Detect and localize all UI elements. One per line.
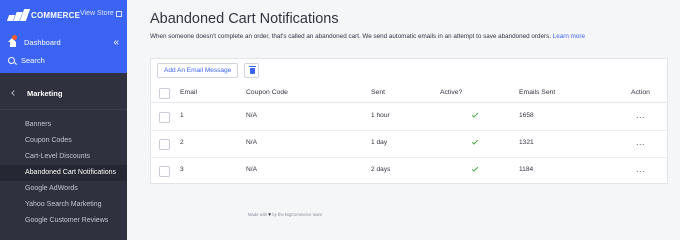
column-action: Action [631,89,650,96]
learn-more-link[interactable]: Learn more [553,33,585,40]
cell-coupon-code: N/A [246,112,257,119]
check-icon[interactable] [471,138,479,145]
sidebar-divider [0,109,127,110]
more-actions-icon[interactable]: ... [636,164,645,174]
sidebar-header: COMMERCE View Store Dashboard « Search [0,0,127,73]
bigcommerce-logo-icon [6,9,31,21]
main-content: Abandoned Cart Notifications When someon… [127,0,680,240]
cell-email: 2 [180,139,184,146]
sidebar-item-banners[interactable]: Banners [0,117,127,133]
search-label: Search [21,56,45,65]
check-icon[interactable] [471,111,479,118]
table-row: 3 N/A 2 days 1184 ... [151,158,667,185]
chevron-left-icon [11,90,17,96]
cell-emails-sent: 1184 [519,166,534,173]
sidebar-item-google-customer-reviews[interactable]: Google Customer Reviews [0,213,127,229]
page-title: Abandoned Cart Notifications [150,11,339,27]
row-checkbox[interactable] [159,139,170,150]
cell-email: 3 [180,166,184,173]
cell-coupon-code: N/A [246,166,257,173]
cell-sent: 1 hour [371,112,390,119]
select-all-checkbox[interactable] [159,88,170,99]
footer-suffix: by the BigCommerce team [272,212,322,217]
cell-emails-sent: 1321 [519,139,534,146]
sidebar-section-marketing[interactable]: Marketing [0,82,127,104]
collapse-sidebar-icon[interactable]: « [113,37,119,48]
footer-prefix: Made with [248,212,268,217]
heart-icon: ♥ [268,212,272,218]
column-email[interactable]: Email [180,89,197,96]
sidebar-item-coupon-codes[interactable]: Coupon Codes [0,133,127,149]
page-footer: Made with ♥ by the BigCommerce team [127,212,443,218]
column-sent[interactable]: Sent [371,89,385,96]
column-active[interactable]: Active? [440,89,462,96]
table-row: 2 N/A 1 day 1321 ... [151,131,667,158]
more-actions-icon[interactable]: ... [636,110,645,120]
sidebar-menu: Banners Coupon Codes Cart-Level Discount… [0,117,127,229]
column-coupon-code[interactable]: Coupon Code [246,89,288,96]
add-email-message-button[interactable]: Add An Email Message [157,63,239,78]
notifications-table-card: Add An Email Message Email Coupon Code S… [150,58,668,184]
notification-badge [12,35,17,40]
table-header: Email Coupon Code Sent Active? Emails Se… [151,83,667,103]
view-store-label: View Store [80,10,114,17]
trash-icon [248,66,256,74]
sidebar: COMMERCE View Store Dashboard « Search M… [0,0,127,240]
cell-sent: 2 days [371,166,391,173]
sidebar-item-google-adwords[interactable]: Google AdWords [0,181,127,197]
cell-emails-sent: 1658 [519,112,534,119]
cell-sent: 1 day [371,139,388,146]
more-actions-icon[interactable]: ... [636,137,645,147]
page-description: When someone doesn't complete an order, … [150,33,585,40]
brand-logo[interactable]: COMMERCE [6,9,81,21]
home-icon [8,35,17,47]
row-checkbox[interactable] [159,166,170,177]
cell-coupon-code: N/A [246,139,257,146]
sidebar-search[interactable]: Search [8,56,45,65]
check-icon[interactable] [471,165,479,172]
table-row: 1 N/A 1 hour 1658 ... [151,104,667,131]
view-store-link[interactable]: View Store [80,10,122,17]
dashboard-label: Dashboard [24,38,61,47]
section-label: Marketing [27,88,63,98]
search-icon [8,57,15,64]
delete-button[interactable] [244,63,259,78]
cell-email: 1 [180,112,184,119]
sidebar-item-dashboard[interactable]: Dashboard « [8,35,119,48]
sidebar-item-abandoned-cart-notifications[interactable]: Abandoned Cart Notifications [0,165,127,181]
brand-name: COMMERCE [31,10,81,20]
sidebar-item-cart-level-discounts[interactable]: Cart-Level Discounts [0,149,127,165]
description-text: When someone doesn't complete an order, … [150,33,551,40]
row-checkbox[interactable] [159,112,170,123]
sidebar-item-yahoo-search-marketing[interactable]: Yahoo Search Marketing [0,197,127,213]
external-link-icon [115,10,122,17]
column-emails-sent[interactable]: Emails Sent [519,89,555,96]
